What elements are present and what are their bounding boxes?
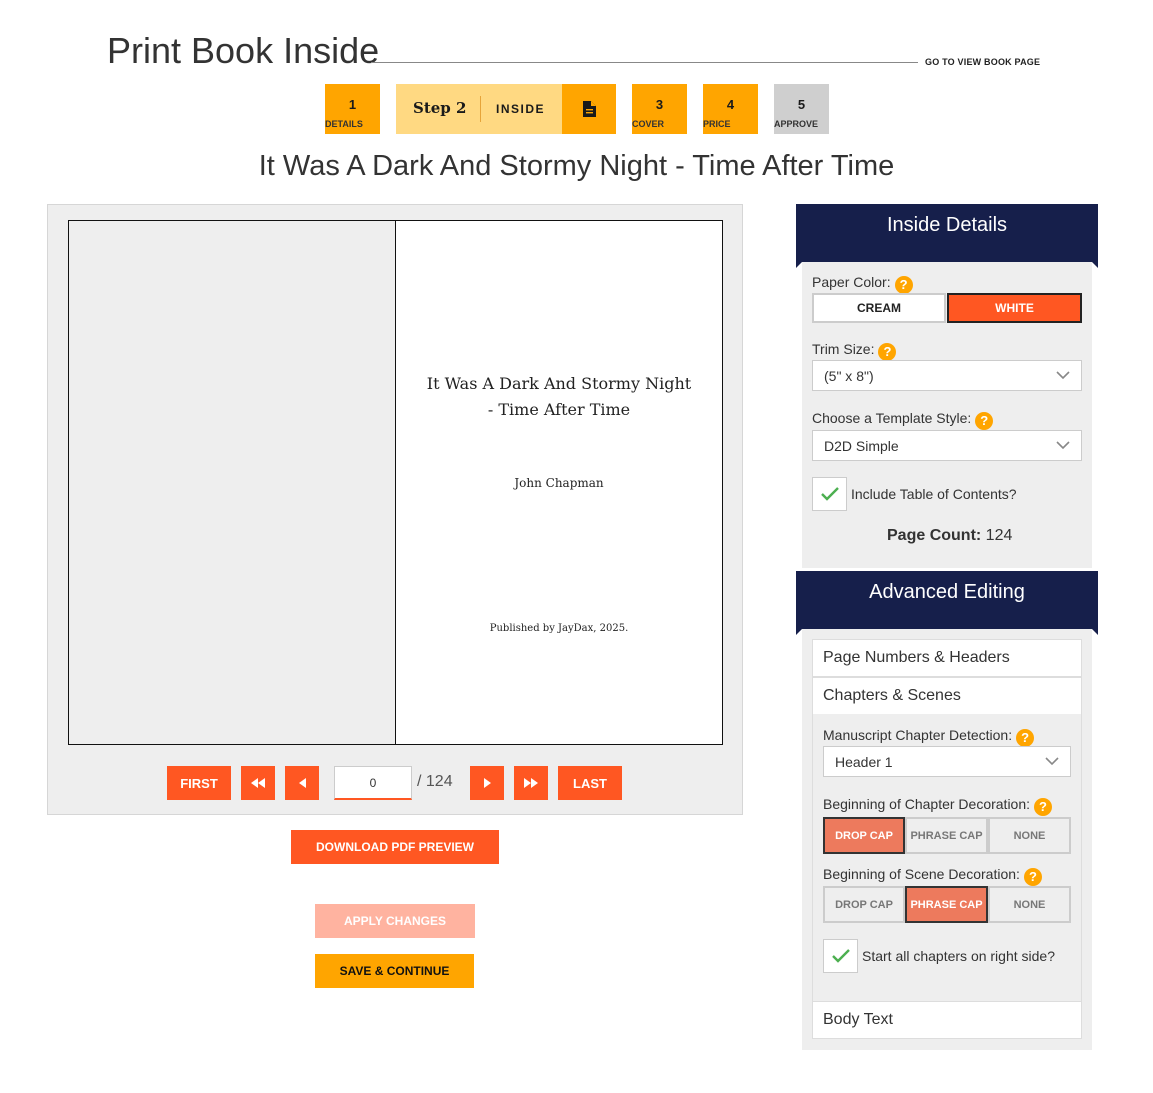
book-title: It Was A Dark And Stormy Night - Time Af… xyxy=(258,150,895,182)
paper-color-label: Paper Color:? xyxy=(812,274,913,294)
advanced-editing-heading: Advanced Editing xyxy=(796,571,1098,635)
step-inside[interactable]: Step 2 INSIDE xyxy=(396,84,616,134)
fast-forward-button[interactable] xyxy=(514,766,548,800)
step-number: Step 2 xyxy=(413,99,467,117)
template-style-label-text: Choose a Template Style: xyxy=(812,410,972,426)
document-icon xyxy=(562,84,616,134)
page-count-value: 124 xyxy=(985,527,1013,544)
page-count-label: Page Count: xyxy=(887,527,982,544)
title-rule xyxy=(371,62,918,63)
help-icon[interactable]: ? xyxy=(1016,729,1035,747)
scene-decoration-label-text: Beginning of Scene Decoration: xyxy=(823,866,1020,882)
accordion-body-text[interactable]: Body Text xyxy=(812,1001,1082,1039)
inside-details-heading: Inside Details xyxy=(796,204,1098,268)
preview-page-left xyxy=(68,220,396,745)
help-icon[interactable]: ? xyxy=(975,412,994,430)
apply-changes-button[interactable]: APPLY CHANGES xyxy=(315,904,475,938)
preview-book-title: It Was A Dark And Stormy Night - Time Af… xyxy=(426,371,692,423)
preview-author: John Chapman xyxy=(514,476,604,490)
right-side-label: Start all chapters on right side? xyxy=(862,948,1055,964)
step-details[interactable]: 1 DETAILS xyxy=(325,84,380,134)
chapter-none-button[interactable]: NONE xyxy=(988,817,1071,854)
fast-backward-icon xyxy=(251,778,265,788)
preview-title-line-1: It Was A Dark And Stormy Night xyxy=(426,374,692,393)
chapter-drop-cap-button[interactable]: DROP CAP xyxy=(823,817,905,854)
step-label: COVER xyxy=(632,119,665,129)
help-icon[interactable]: ? xyxy=(1023,868,1042,886)
last-page-button[interactable]: LAST xyxy=(558,766,622,800)
rewind-button[interactable] xyxy=(241,766,275,800)
toc-checkbox[interactable] xyxy=(812,477,847,511)
go-to-view-book-page-link[interactable]: GO TO VIEW BOOK PAGE xyxy=(925,57,1040,67)
scene-phrase-cap-button[interactable]: PHRASE CAP xyxy=(905,886,988,923)
scene-none-button[interactable]: NONE xyxy=(988,886,1071,923)
trim-size-label-text: Trim Size: xyxy=(812,341,875,357)
paper-color-label-text: Paper Color: xyxy=(812,274,891,290)
download-pdf-preview-button[interactable]: DOWNLOAD PDF PREVIEW xyxy=(291,830,499,864)
paper-color-cream-button[interactable]: CREAM xyxy=(812,293,946,323)
accordion-page-numbers-headers[interactable]: Page Numbers & Headers xyxy=(812,639,1082,677)
step-label: PRICE xyxy=(703,119,731,129)
chapter-decoration-label-text: Beginning of Chapter Decoration: xyxy=(823,796,1031,812)
chapter-detection-label: Manuscript Chapter Detection:? xyxy=(823,727,1035,747)
caret-left-icon xyxy=(298,778,306,788)
first-page-button[interactable]: FIRST xyxy=(167,766,231,800)
step-label: DETAILS xyxy=(325,119,363,129)
help-icon[interactable]: ? xyxy=(894,276,913,294)
page-count: Page Count: 124 xyxy=(887,527,1012,545)
chevron-down-icon xyxy=(1056,441,1070,450)
step-label: APPROVE xyxy=(774,119,819,129)
toc-label: Include Table of Contents? xyxy=(851,486,1017,502)
fast-forward-icon xyxy=(524,778,538,788)
step-approve[interactable]: 5 APPROVE xyxy=(774,84,829,134)
step-cover[interactable]: 3 COVER xyxy=(632,84,687,134)
next-page-button[interactable] xyxy=(470,766,504,800)
preview-page-right: It Was A Dark And Stormy Night - Time Af… xyxy=(395,220,723,745)
step-number: 3 xyxy=(655,97,664,112)
page-number-input[interactable] xyxy=(334,766,412,800)
step-number: 1 xyxy=(348,97,357,112)
chapter-phrase-cap-button[interactable]: PHRASE CAP xyxy=(905,817,988,854)
chapter-detection-value: Header 1 xyxy=(835,753,893,770)
help-icon[interactable]: ? xyxy=(1034,798,1053,816)
page-title: Print Book Inside xyxy=(107,30,380,71)
page-total: / 124 xyxy=(417,773,453,790)
accordion-chapters-scenes[interactable]: Chapters & Scenes xyxy=(812,677,1082,715)
chapter-decoration-label: Beginning of Chapter Decoration:? xyxy=(823,796,1053,816)
trim-size-select[interactable]: (5" x 8") xyxy=(812,360,1082,391)
save-and-continue-button[interactable]: SAVE & CONTINUE xyxy=(315,954,474,988)
previous-page-button[interactable] xyxy=(285,766,319,800)
step-number: 5 xyxy=(797,97,806,112)
checkmark-icon xyxy=(831,949,850,963)
template-style-value: D2D Simple xyxy=(824,437,899,454)
scene-decoration-label: Beginning of Scene Decoration:? xyxy=(823,866,1042,886)
checkmark-icon xyxy=(820,487,839,501)
book-preview: It Was A Dark And Stormy Night - Time Af… xyxy=(47,204,743,815)
step-number: 4 xyxy=(726,97,735,112)
chapter-detection-label-text: Manuscript Chapter Detection: xyxy=(823,727,1013,743)
template-style-select[interactable]: D2D Simple xyxy=(812,430,1082,461)
chevron-down-icon xyxy=(1045,757,1059,766)
preview-title-line-2: - Time After Time xyxy=(487,400,631,419)
help-icon[interactable]: ? xyxy=(878,343,897,361)
template-style-label: Choose a Template Style:? xyxy=(812,410,994,430)
chapter-detection-select[interactable]: Header 1 xyxy=(823,746,1071,777)
chevron-down-icon xyxy=(1056,371,1070,380)
scene-drop-cap-button[interactable]: DROP CAP xyxy=(823,886,905,923)
step-label: INSIDE xyxy=(496,102,546,116)
trim-size-value: (5" x 8") xyxy=(824,367,874,384)
right-side-checkbox[interactable] xyxy=(823,939,858,973)
step-price[interactable]: 4 PRICE xyxy=(703,84,758,134)
preview-publisher: Published by JayDax, 2025. xyxy=(489,623,629,634)
step-divider xyxy=(480,96,481,122)
caret-right-icon xyxy=(483,778,491,788)
paper-color-white-button[interactable]: WHITE xyxy=(947,293,1082,323)
trim-size-label: Trim Size:? xyxy=(812,341,897,361)
